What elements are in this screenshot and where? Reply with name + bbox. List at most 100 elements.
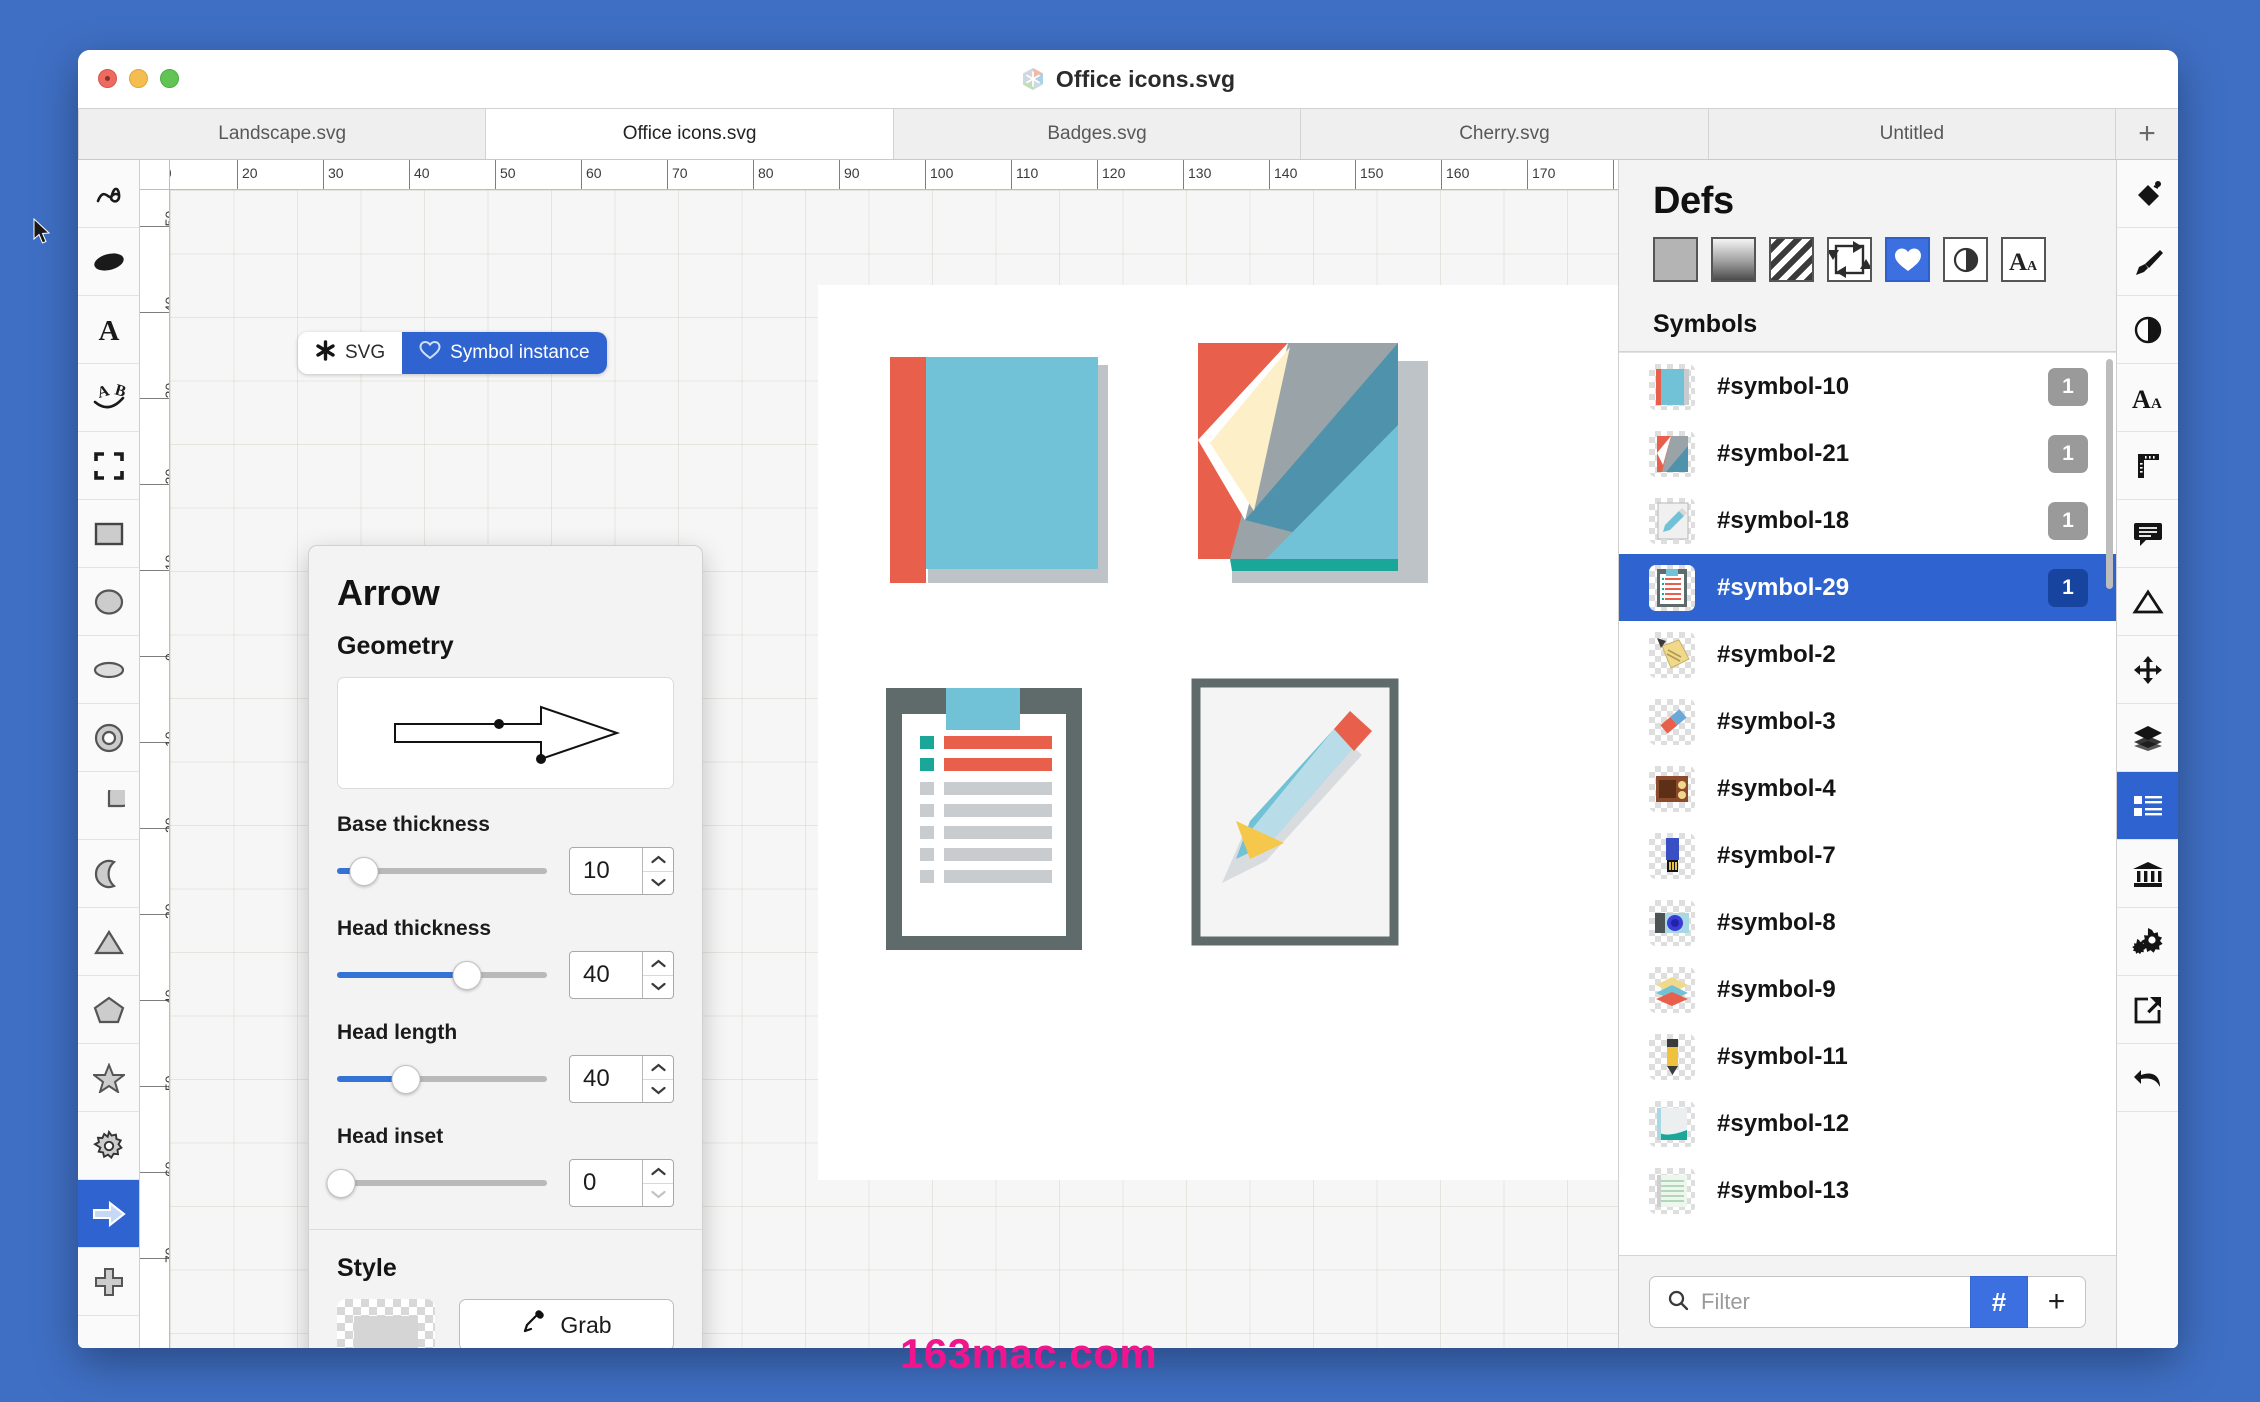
artboard[interactable] xyxy=(818,285,1618,1180)
artwork-pencil-note[interactable] xyxy=(1188,675,1413,955)
head-inset-step-buttons[interactable] xyxy=(642,1160,673,1206)
tab-landscape[interactable]: Landscape.svg xyxy=(78,109,487,159)
filter-input[interactable]: Filter xyxy=(1649,1276,1970,1328)
tool-triangle-icon[interactable] xyxy=(78,908,139,976)
list-item[interactable]: #symbol-8 xyxy=(1619,889,2116,956)
kind-symbol-instance-button[interactable]: Symbol instance xyxy=(402,332,607,374)
head-length-slider[interactable] xyxy=(337,1064,547,1094)
new-tab-button[interactable]: + xyxy=(2116,109,2178,159)
tab-cherry[interactable]: Cherry.svg xyxy=(1301,109,1709,159)
tool-paintbrush-icon[interactable] xyxy=(2117,228,2178,296)
list-item[interactable]: #symbol-11 xyxy=(1619,1023,2116,1090)
base-thickness-slider[interactable] xyxy=(337,856,547,886)
marker-icon[interactable] xyxy=(1827,237,1872,282)
head-length-value[interactable]: 40 xyxy=(570,1056,642,1102)
tool-crescent-icon[interactable] xyxy=(78,840,139,908)
tool-shape-triangle-icon[interactable] xyxy=(2117,568,2178,636)
list-item[interactable]: #symbol-4 xyxy=(1619,755,2116,822)
tool-circle-icon[interactable] xyxy=(78,568,139,636)
list-item[interactable]: #symbol-18 1 xyxy=(1619,487,2116,554)
step-up-icon[interactable] xyxy=(643,848,673,872)
tool-pentagon-icon[interactable] xyxy=(78,976,139,1044)
solid-fill-icon[interactable] xyxy=(1653,237,1698,282)
tool-text-on-path-icon[interactable]: A B xyxy=(78,364,139,432)
list-item[interactable]: #symbol-2 xyxy=(1619,621,2116,688)
list-item[interactable]: #symbol-13 xyxy=(1619,1157,2116,1224)
hash-filter-button[interactable]: # xyxy=(1970,1276,2028,1328)
kind-svg-button[interactable]: SVG xyxy=(298,332,403,374)
tool-list-defs-icon[interactable] xyxy=(2117,772,2178,840)
head-inset-value[interactable]: 0 xyxy=(570,1160,642,1206)
close-button[interactable] xyxy=(98,69,117,88)
tool-filled-ellipse-icon[interactable] xyxy=(78,228,139,296)
tool-gear-icon[interactable] xyxy=(78,1112,139,1180)
head-thickness-step-buttons[interactable] xyxy=(642,952,673,998)
add-symbol-button[interactable]: + xyxy=(2028,1276,2086,1328)
canvas-area[interactable]: 7080901001101201301401501601701806050403… xyxy=(140,160,1618,1348)
tool-bank-icon[interactable] xyxy=(2117,840,2178,908)
head-inset-slider[interactable] xyxy=(326,1168,547,1198)
tool-export-icon[interactable] xyxy=(2117,976,2178,1044)
transparent-swatch[interactable] xyxy=(337,1299,435,1348)
gradient-icon[interactable] xyxy=(1711,237,1756,282)
tool-ruler-icon[interactable] xyxy=(2117,432,2178,500)
head-inset-stepper[interactable]: 0 xyxy=(569,1159,674,1207)
symbol-heart-icon[interactable] xyxy=(1885,237,1930,282)
tool-donut-icon[interactable] xyxy=(78,704,139,772)
tool-rectangle-icon[interactable] xyxy=(78,500,139,568)
list-item[interactable]: #symbol-12 xyxy=(1619,1090,2116,1157)
tool-crop-frame-icon[interactable] xyxy=(78,432,139,500)
head-thickness-stepper[interactable]: 40 xyxy=(569,951,674,999)
artwork-clipboard[interactable] xyxy=(878,680,1113,960)
tool-freehand-path-icon[interactable] xyxy=(78,160,139,228)
artwork-folded-paper[interactable] xyxy=(1170,335,1450,605)
tool-paint-bucket-icon[interactable] xyxy=(2117,160,2178,228)
tool-gears-icon[interactable] xyxy=(2117,908,2178,976)
tool-cross-icon[interactable] xyxy=(78,1248,139,1316)
tool-arrow-icon[interactable] xyxy=(78,1180,139,1248)
tool-star-icon[interactable] xyxy=(78,1044,139,1112)
tool-text-icon[interactable]: A xyxy=(78,296,139,364)
list-item[interactable]: #symbol-29 1 xyxy=(1619,554,2116,621)
step-down-icon[interactable] xyxy=(643,872,673,895)
base-thickness-step-buttons[interactable] xyxy=(642,848,673,894)
grab-button[interactable]: Grab xyxy=(459,1299,674,1348)
minimize-button[interactable] xyxy=(129,69,148,88)
tool-undo-icon[interactable] xyxy=(2117,1044,2178,1112)
base-thickness-stepper[interactable]: 10 xyxy=(569,847,674,895)
base-thickness-value[interactable]: 10 xyxy=(570,848,642,894)
tool-pie-icon[interactable] xyxy=(78,772,139,840)
list-item[interactable]: #symbol-9 xyxy=(1619,956,2116,1023)
step-down-icon[interactable] xyxy=(643,976,673,999)
step-down-icon[interactable] xyxy=(643,1080,673,1103)
tab-untitled[interactable]: Untitled xyxy=(1708,109,2117,159)
step-up-icon[interactable] xyxy=(643,1160,673,1184)
tool-ellipse-icon[interactable] xyxy=(78,636,139,704)
head-thickness-value[interactable]: 40 xyxy=(570,952,642,998)
tool-layers-icon[interactable] xyxy=(2117,704,2178,772)
tool-contrast-icon[interactable] xyxy=(2117,296,2178,364)
pattern-icon[interactable] xyxy=(1769,237,1814,282)
ruler-tick: -50 xyxy=(140,211,169,231)
list-item[interactable]: #symbol-21 1 xyxy=(1619,420,2116,487)
tab-office-icons[interactable]: Office icons.svg xyxy=(486,109,894,159)
tool-comment-icon[interactable] xyxy=(2117,500,2178,568)
symbols-list[interactable]: #symbol-10 1 #symbol-21 1 #symbol-18 1 #… xyxy=(1619,352,2116,1255)
tab-badges[interactable]: Badges.svg xyxy=(893,109,1302,159)
arrow-shape-preview[interactable] xyxy=(337,677,674,789)
symbols-scrollbar[interactable] xyxy=(2106,359,2113,589)
step-up-icon[interactable] xyxy=(643,1056,673,1080)
head-length-step-buttons[interactable] xyxy=(642,1056,673,1102)
font-icon[interactable]: AA xyxy=(2001,237,2046,282)
list-item[interactable]: #symbol-3 xyxy=(1619,688,2116,755)
list-item[interactable]: #symbol-10 1 xyxy=(1619,353,2116,420)
filter-contrast-icon[interactable] xyxy=(1943,237,1988,282)
head-thickness-slider[interactable] xyxy=(337,960,547,990)
artwork-folder[interactable] xyxy=(880,343,1130,603)
list-item[interactable]: #symbol-7 xyxy=(1619,822,2116,889)
tool-typography-icon[interactable]: AA xyxy=(2117,364,2178,432)
head-length-stepper[interactable]: 40 xyxy=(569,1055,674,1103)
step-up-icon[interactable] xyxy=(643,952,673,976)
tool-move-icon[interactable] xyxy=(2117,636,2178,704)
maximize-button[interactable] xyxy=(160,69,179,88)
